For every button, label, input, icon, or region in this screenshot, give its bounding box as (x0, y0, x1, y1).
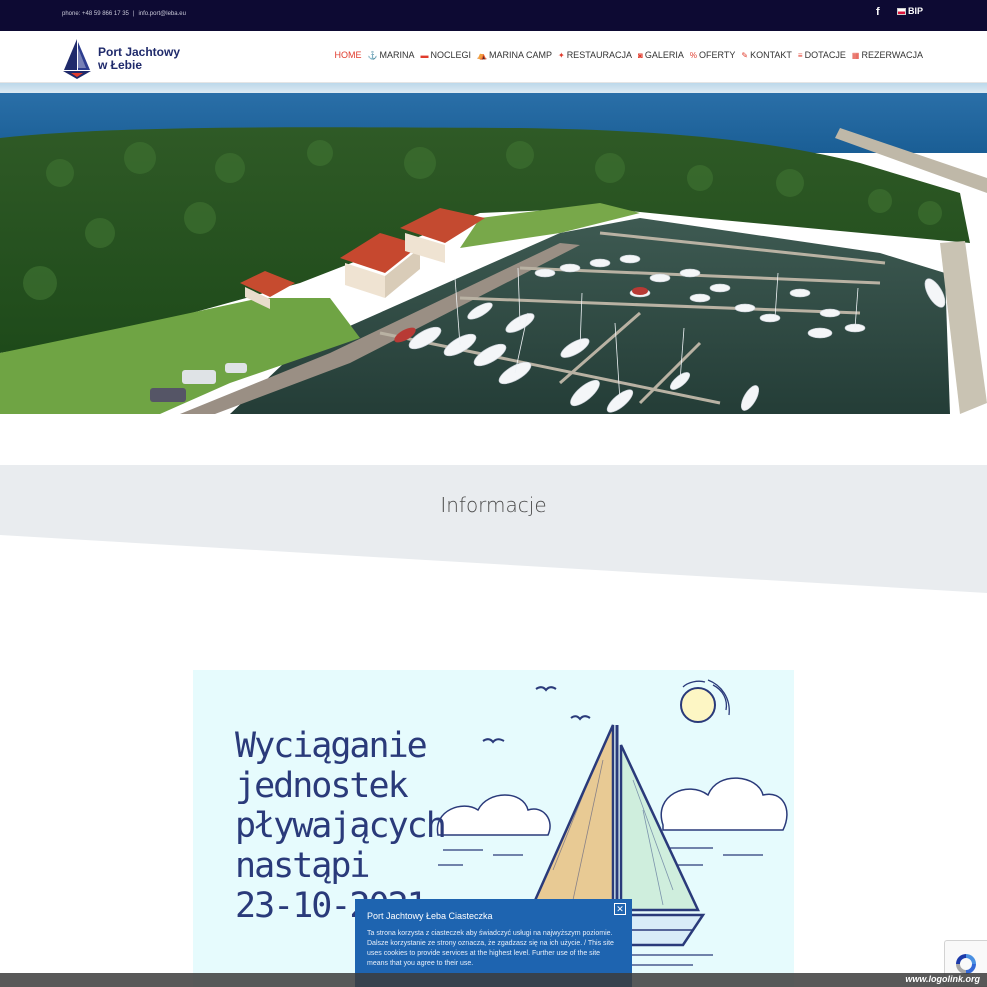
contact-separator: | (132, 11, 135, 17)
nav-galeria[interactable]: ◙ GALERIA (638, 50, 684, 60)
logo[interactable]: Port Jachtowy w Łebie (62, 38, 180, 80)
band-background (0, 465, 987, 593)
tent-icon: ⛺ (477, 50, 487, 60)
nav-kontakt[interactable]: ✎ KONTAKT (741, 50, 792, 60)
page-title: Informacje (440, 493, 547, 517)
cookie-text: Ta strona korzysta z ciasteczek aby świa… (367, 930, 614, 967)
marina-aerial-photo (0, 83, 987, 414)
facebook-icon[interactable]: f (876, 6, 880, 18)
logo-sail-icon (63, 39, 91, 79)
bed-icon: ▬ (420, 50, 429, 60)
section-title-band: Informacje (0, 465, 987, 595)
top-bar: phone: +48 59 866 17 35 | info.port@leba.e… (0, 0, 987, 31)
watermark-text: www.logolink.org (905, 974, 980, 984)
headline-line-1: Wyciąganie (235, 726, 428, 766)
nav-marina-camp-label: MARINA CAMP (488, 50, 552, 60)
calendar-icon: ▦ (851, 50, 860, 60)
nav-dotacje-label: DOTACJE (804, 50, 846, 60)
nav-restauracja-label: RESTAURACJA (566, 50, 633, 60)
nav-galeria-label: GALERIA (644, 50, 684, 60)
camera-icon: ◙ (638, 50, 643, 60)
nav-oferty[interactable]: % OFERTY (690, 50, 735, 60)
main-nav: HOME ⚓ MARINA ▬ NOCLEGI ⛺ MARINA CAMP ✦ REST… (335, 50, 924, 60)
percent-icon: % (689, 50, 698, 60)
nav-dotacje[interactable]: ≡ DOTACJE (798, 50, 846, 60)
nav-marina[interactable]: ⚓ MARINA (368, 50, 415, 60)
nav-rezerwacja-label: REZERWACJA (861, 50, 923, 60)
flag-pl-icon (897, 7, 906, 15)
email-link[interactable]: info.port@leba.eu (138, 11, 185, 17)
hero-image (0, 83, 987, 414)
headline-line-2: jednostek (235, 766, 409, 806)
nav-kontakt-label: KONTAKT (750, 50, 792, 60)
bip-label: BIP (908, 6, 924, 16)
nav-restauracja[interactable]: ✦ RESTAURACJA (558, 50, 632, 60)
nav-noclegi-label: NOCLEGI (430, 50, 471, 60)
watermark-bar: www.logolink.org (0, 973, 987, 987)
nav-marina-camp[interactable]: ⛺ MARINA CAMP (477, 50, 552, 60)
anchor-icon: ⚓ (367, 50, 378, 60)
poster-headline: Wyciąganie jednostek pływających nastąpi… (235, 726, 475, 926)
cookie-close-button[interactable]: ✕ (614, 903, 626, 915)
money-icon: ≡ (797, 50, 803, 60)
nav-marina-label: MARINA (379, 50, 415, 60)
bip-link[interactable]: BIP (897, 6, 923, 16)
contact-info: phone: +48 59 866 17 35 | info.port@leba.e… (62, 11, 186, 17)
nav-home[interactable]: HOME (335, 50, 362, 60)
nav-noclegi[interactable]: ▬ NOCLEGI (420, 50, 471, 60)
cookie-title: Port Jachtowy Łeba Ciasteczka (367, 911, 493, 921)
nav-oferty-label: OFERTY (699, 50, 736, 60)
site-header: Port Jachtowy w Łebie HOME ⚓ MARINA ▬ NOCL… (0, 31, 987, 83)
headline-line-4: nastąpi (235, 846, 371, 886)
logo-line2: w Łebie (98, 58, 143, 72)
logo-text: Port Jachtowy w Łebie (98, 46, 180, 72)
nav-home-label: HOME (334, 50, 362, 60)
headline-line-3: pływających (235, 806, 447, 846)
nav-rezerwacja[interactable]: ▦ REZERWACJA (852, 50, 923, 60)
cutlery-icon: ✦ (557, 50, 565, 60)
edit-icon: ✎ (741, 50, 749, 60)
phone-text[interactable]: phone: +48 59 866 17 35 (62, 11, 129, 17)
